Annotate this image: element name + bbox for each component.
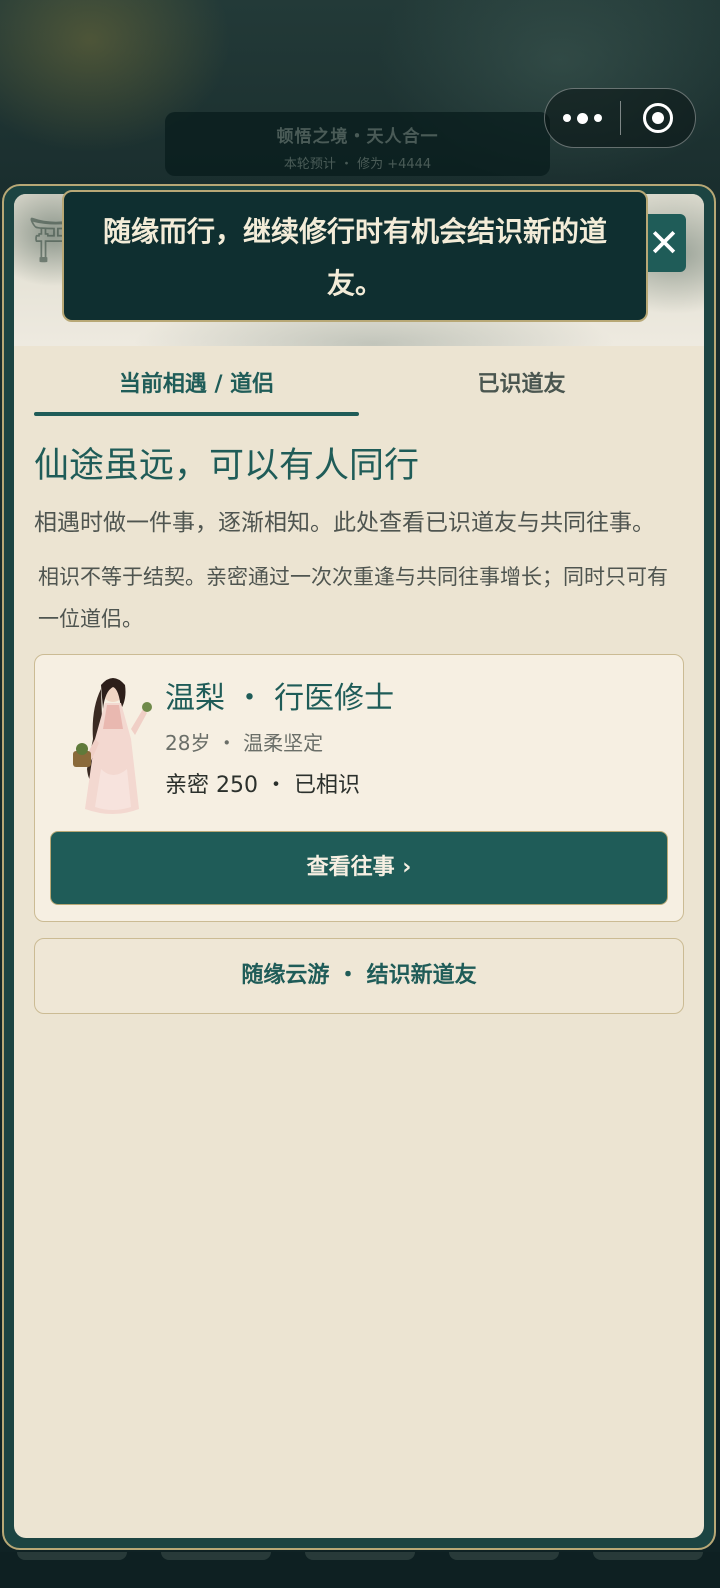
page-description: 相遇时做一件事，逐渐相知。此处查看已识道友与共同往事。 [34, 510, 655, 536]
tab-known-friends[interactable]: 已识道友 [359, 346, 684, 416]
close-button[interactable]: ✕ [642, 214, 686, 272]
bottom-nav-item[interactable] [161, 1552, 271, 1560]
page-heading: 仙途虽远，可以有人同行 [34, 446, 420, 486]
background-status-title: 顿悟之境・天人合一 [276, 127, 439, 147]
tab-current-encounter[interactable]: 当前相遇 / 道侣 [34, 346, 359, 416]
background-status-panel: 顿悟之境・天人合一 本轮预计 ・ 修为 +4444 [165, 112, 550, 176]
background-status-sub: 本轮预计 ・ 修为 +4444 [283, 157, 432, 172]
target-icon[interactable] [621, 89, 696, 147]
page-note: 相识不等于结契。亲密通过一次次重逢与共同往事增长；同时只可有一位道侣。 [38, 565, 668, 631]
companion-sheet: ⛩ 道侣 ✕ 当前相遇 / 道侣 已识道友 仙途虽远，可以有人同行 相遇时做一件… [2, 184, 716, 1550]
companion-meta: 28岁 ・ 温柔坚定 [165, 731, 324, 755]
companion-card: 温梨 ・ 行医修士 28岁 ・ 温柔坚定 亲密 250 ・ 已相识 查看往事 › [34, 654, 684, 922]
more-dots-icon[interactable] [545, 89, 620, 147]
bottom-nav-item[interactable] [593, 1552, 703, 1560]
bottom-nav-item[interactable] [17, 1552, 127, 1560]
toast-message: 随缘而行，继续修行时有机会结识新的道友。 [62, 190, 648, 322]
tab-bar: 当前相遇 / 道侣 已识道友 [14, 346, 704, 416]
wander-button[interactable]: 随缘云游 ・ 结识新道友 [34, 938, 684, 1014]
view-memories-button[interactable]: 查看往事 › [50, 831, 668, 905]
bottom-nav-item[interactable] [449, 1552, 559, 1560]
bottom-nav-strip [0, 1552, 720, 1588]
close-icon: ✕ [648, 221, 680, 265]
miniprogram-capsule [544, 88, 696, 148]
main-content: 仙途虽远，可以有人同行 相遇时做一件事，逐渐相知。此处查看已识道友与共同往事。 … [14, 442, 704, 1014]
companion-panel: ⛩ 道侣 ✕ 当前相遇 / 道侣 已识道友 仙途虽远，可以有人同行 相遇时做一件… [14, 194, 704, 1538]
companion-name: 温梨 ・ 行医修士 [165, 681, 395, 716]
companion-relation: 亲密 250 ・ 已相识 [165, 773, 360, 798]
bottom-nav-item[interactable] [305, 1552, 415, 1560]
companion-portrait [73, 678, 152, 814]
